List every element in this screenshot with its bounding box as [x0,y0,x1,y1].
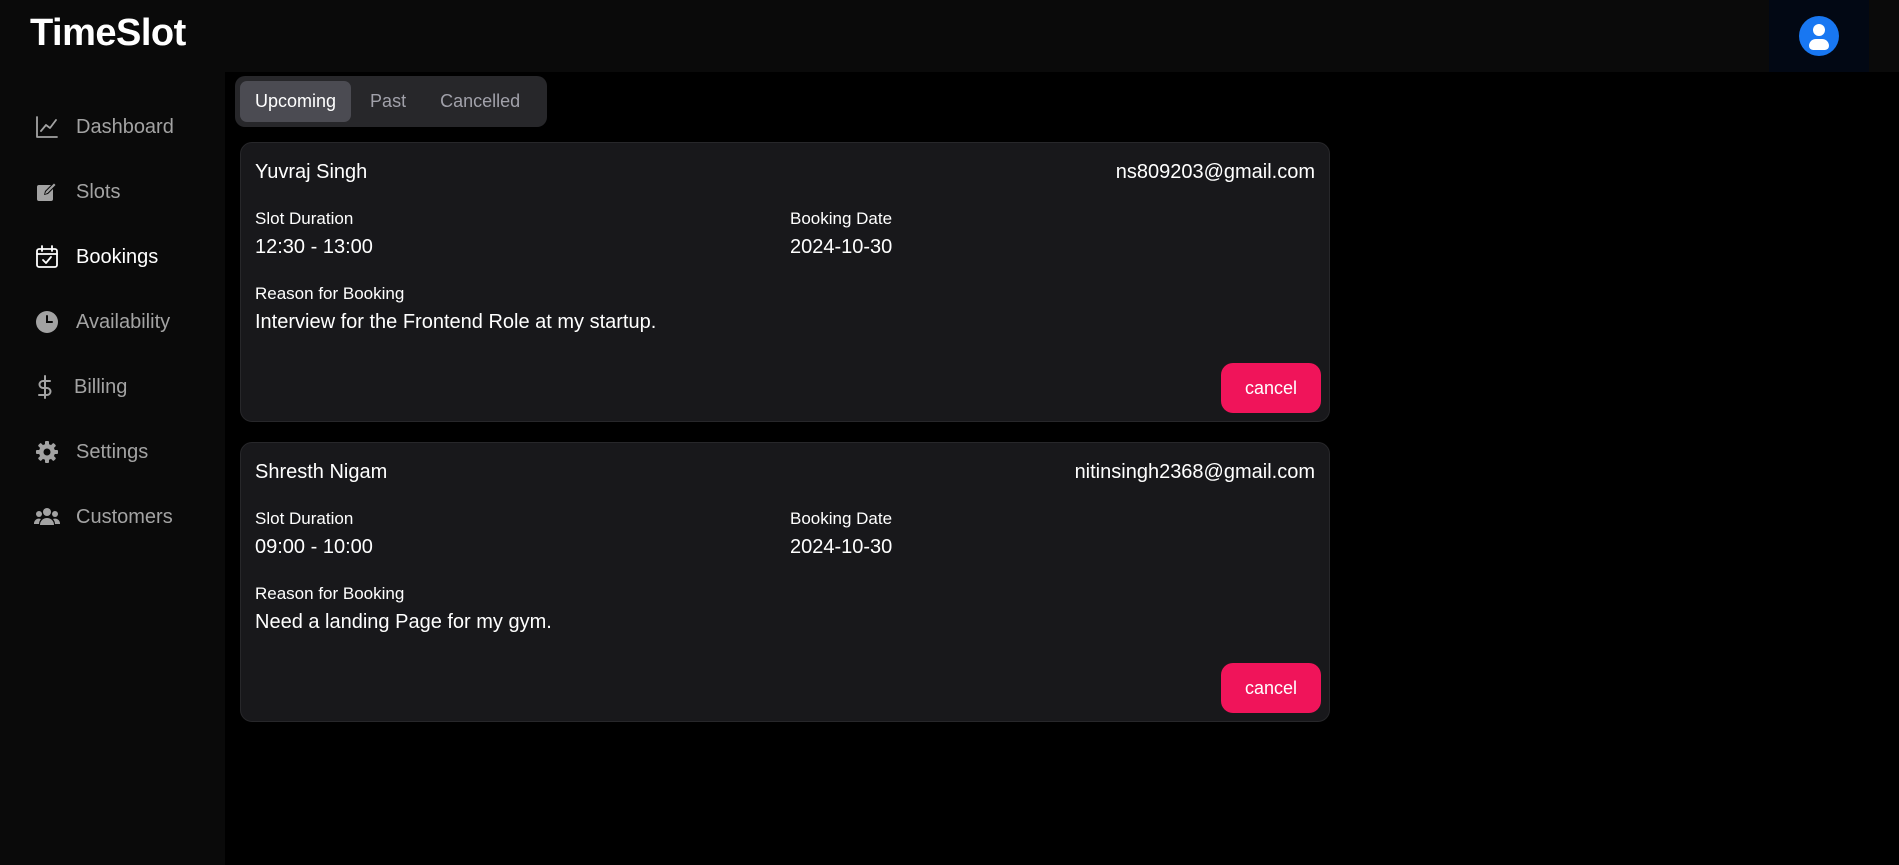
booking-card: Shresth Nigam nitinsingh2368@gmail.com S… [240,442,1330,722]
booking-date-label: Booking Date [790,209,893,228]
sidebar-item-label: Dashboard [76,115,174,138]
tab-cancelled[interactable]: Cancelled [425,81,535,122]
booking-card: Yuvraj Singh ns809203@gmail.com Slot Dur… [240,142,1330,422]
customer-name: Yuvraj Singh [255,161,368,183]
clock-icon [34,309,60,335]
user-circle-icon[interactable] [1799,16,1839,56]
sidebar-item-label: Availability [76,310,171,333]
sidebar-item-availability[interactable]: Availability [34,302,170,342]
slot-duration-label: Slot Duration [255,209,354,228]
slot-duration-label: Slot Duration [255,509,354,528]
sidebar-item-bookings[interactable]: Bookings [34,237,158,277]
booking-date-label: Booking Date [790,509,893,528]
cancel-button[interactable]: cancel [1221,363,1321,413]
booking-tabs: Upcoming Past Cancelled [235,76,547,127]
top-bar: TimeSlot [0,0,1899,72]
booking-date-value: 2024-10-30 [790,236,893,258]
sidebar-item-label: Billing [74,375,128,398]
customer-email: ns809203@gmail.com [1115,161,1315,183]
app-logo[interactable]: TimeSlot [30,12,186,55]
sidebar-item-label: Bookings [76,245,159,268]
gear-icon [34,439,60,465]
edit-icon [34,179,60,205]
reason-label: Reason for Booking [255,584,405,603]
line-chart-icon [34,114,60,140]
cancel-button[interactable]: cancel [1221,663,1321,713]
customer-email: nitinsingh2368@gmail.com [1074,461,1315,483]
sidebar-item-label: Customers [76,505,173,528]
user-menu-button[interactable] [1769,0,1869,72]
tab-upcoming[interactable]: Upcoming [240,81,352,122]
booking-date-value: 2024-10-30 [790,536,893,558]
customer-name: Shresth Nigam [255,461,388,483]
slot-duration-value: 12:30 - 13:00 [255,236,373,258]
reason-value: Interview for the Frontend Role at my st… [255,311,657,333]
sidebar-item-customers[interactable]: Customers [34,497,173,537]
tab-past[interactable]: Past [355,81,421,122]
sidebar-item-label: Slots [76,180,121,203]
sidebar-item-billing[interactable]: Billing [34,367,127,407]
sidebar-item-label: Settings [76,440,149,463]
dollar-icon [34,374,56,400]
sidebar: Dashboard Slots Bookings Availability Bi… [0,72,225,865]
sidebar-item-settings[interactable]: Settings [34,432,148,472]
reason-value: Need a landing Page for my gym. [255,611,552,633]
slot-duration-value: 09:00 - 10:00 [255,536,373,558]
users-icon [34,504,60,530]
reason-label: Reason for Booking [255,284,405,303]
sidebar-item-dashboard[interactable]: Dashboard [34,107,174,147]
sidebar-item-slots[interactable]: Slots [34,172,120,212]
calendar-check-icon [34,244,60,270]
